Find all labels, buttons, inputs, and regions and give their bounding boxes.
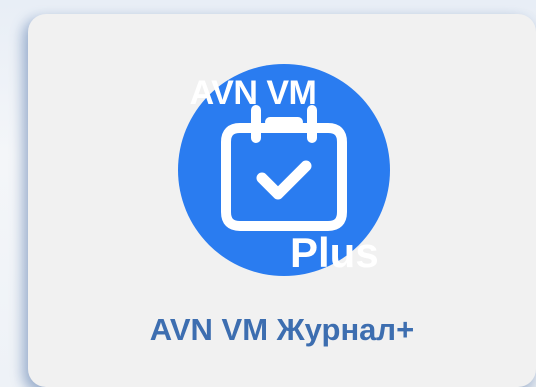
icon-badge-text: Plus: [290, 229, 379, 276]
icon-top-text: AVN VM: [189, 74, 317, 112]
app-label[interactable]: AVN VM Журнал+: [28, 312, 536, 348]
app-icon[interactable]: AVN VM Plus: [178, 64, 390, 276]
